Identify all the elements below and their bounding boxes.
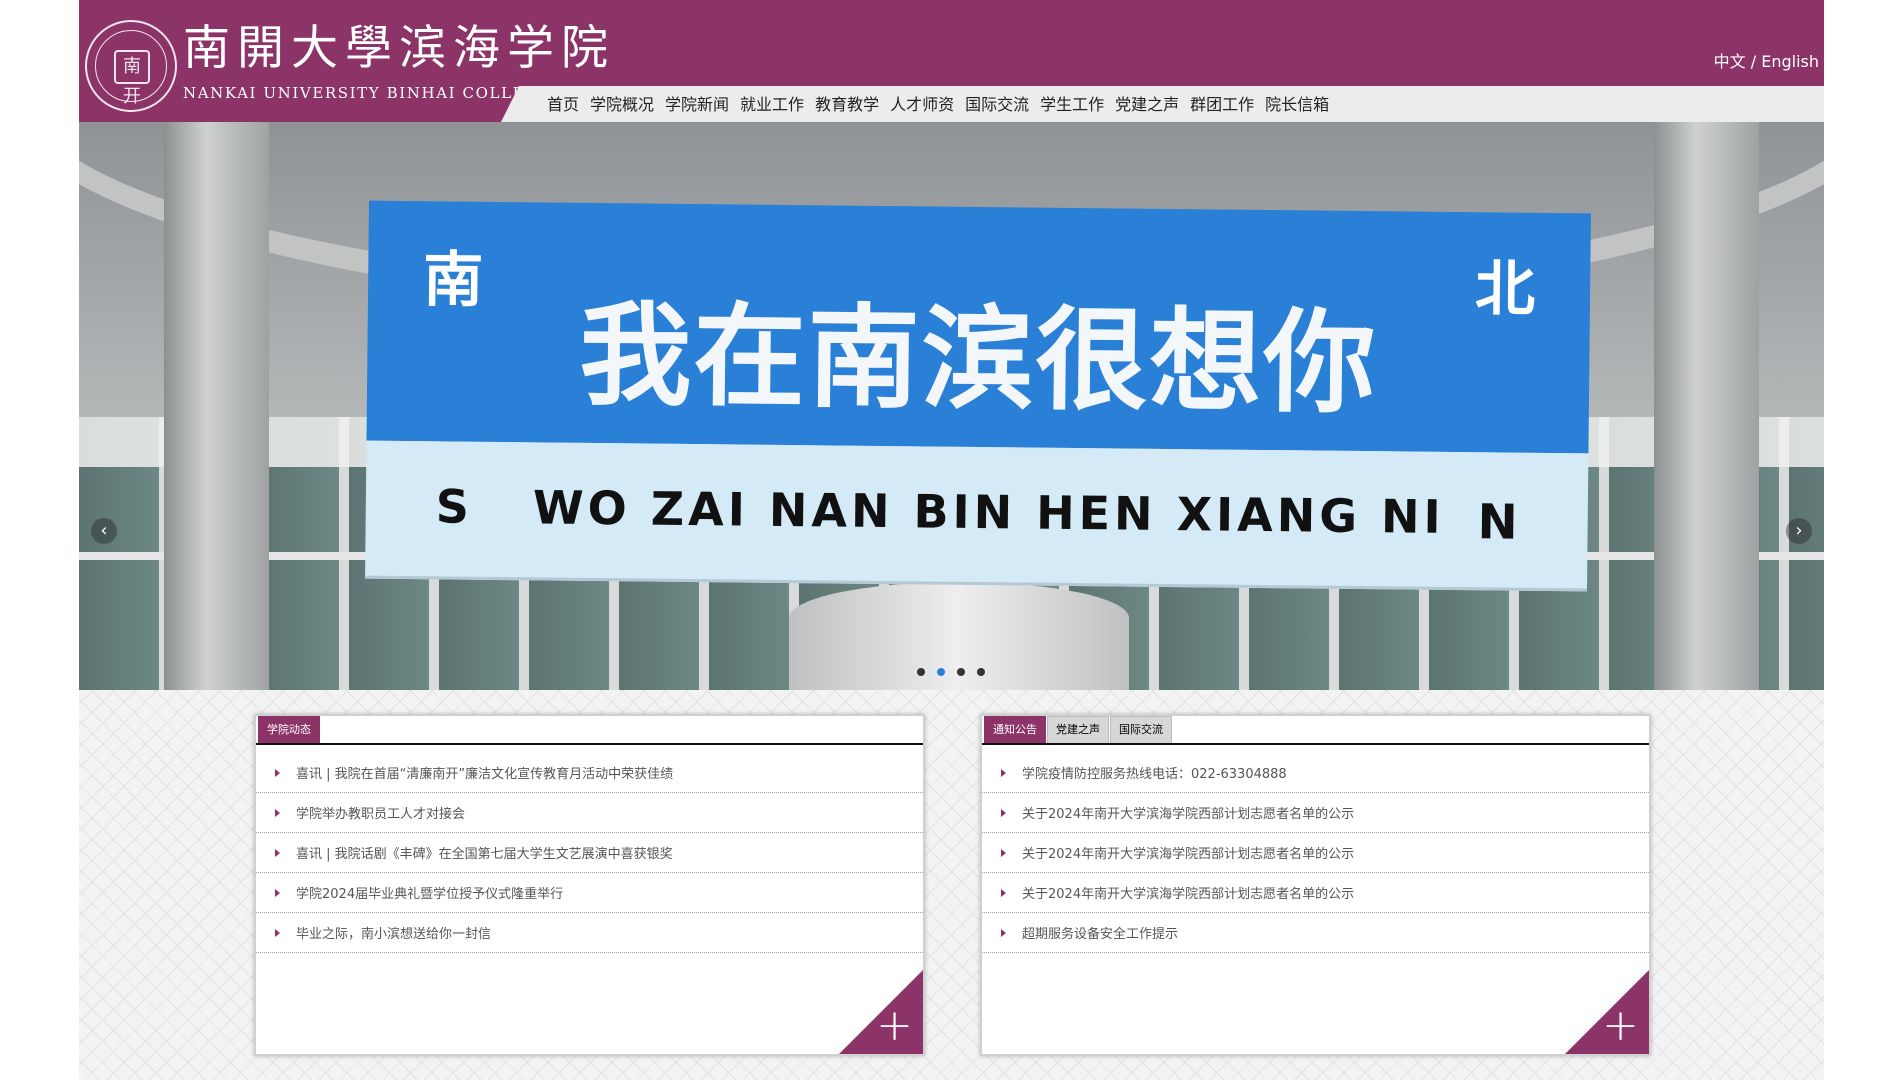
- notices-list: 学院疫情防控服务热线电话：022-63304888 关于2024年南开大学滨海学…: [982, 753, 1649, 953]
- banner-dot-2[interactable]: [937, 668, 945, 676]
- bullet-icon: [1001, 848, 1006, 857]
- college-name-cn: 南開大學滨海学院: [183, 21, 615, 76]
- more-news-button[interactable]: +: [839, 970, 923, 1054]
- notice-item-title: 关于2024年南开大学滨海学院西部计划志愿者名单的公示: [1022, 807, 1355, 822]
- notice-item-title: 超期服务设备安全工作提示: [1022, 927, 1179, 942]
- college-news-tabs: 学院动态: [258, 716, 321, 743]
- plus-icon: +: [1602, 1000, 1639, 1051]
- college-logo[interactable]: 南开: [85, 20, 177, 112]
- nav-item-employment[interactable]: 就业工作: [740, 93, 804, 117]
- college-name-en: NANKAI UNIVERSITY BINHAI COLLEGE: [183, 84, 552, 102]
- sign-main-text: 我在南滨很想你: [578, 290, 1379, 430]
- nav-item-faculty[interactable]: 人才师资: [890, 93, 954, 117]
- nav-item-party[interactable]: 党建之声: [1115, 93, 1179, 117]
- notice-item[interactable]: 学院疫情防控服务热线电话：022-63304888: [982, 753, 1649, 793]
- notice-item-title: 关于2024年南开大学滨海学院西部计划志愿者名单的公示: [1022, 887, 1355, 902]
- bullet-icon: [1001, 928, 1006, 937]
- news-item-title: 学院2024届毕业典礼暨学位授予仪式隆重举行: [296, 887, 564, 902]
- news-item-title: 学院举办教职员工人才对接会: [296, 807, 466, 822]
- notice-item-title: 关于2024年南开大学滨海学院西部计划志愿者名单的公示: [1022, 847, 1355, 862]
- news-item[interactable]: 喜讯 | 我院在首届“清廉南开”廉洁文化宣传教育月活动中荣获佳绩: [256, 753, 923, 793]
- language-switch[interactable]: 中文 / English: [1714, 48, 1819, 72]
- bullet-icon: [275, 888, 280, 897]
- notice-item[interactable]: 超期服务设备安全工作提示: [982, 913, 1649, 953]
- banner-dot-3[interactable]: [957, 668, 965, 676]
- nav-item-president-mailbox[interactable]: 院长信箱: [1265, 93, 1329, 117]
- notices-tabs: 通知公告 党建之声 国际交流: [984, 716, 1173, 743]
- nav-item-groups[interactable]: 群团工作: [1190, 93, 1254, 117]
- page: 南开 南開大學滨海学院 NANKAI UNIVERSITY BINHAI COL…: [79, 0, 1824, 1080]
- tab-party[interactable]: 党建之声: [1047, 716, 1109, 743]
- bullet-icon: [275, 848, 280, 857]
- tab-underline: [256, 743, 923, 745]
- news-item[interactable]: 喜讯 | 我院话剧《丰碑》在全国第七届大学生文艺展演中喜获银奖: [256, 833, 923, 873]
- college-news-panel: 学院动态 喜讯 | 我院在首届“清廉南开”廉洁文化宣传教育月活动中荣获佳绩 学院…: [254, 714, 925, 1056]
- tab-college-news[interactable]: 学院动态: [258, 716, 320, 743]
- banner-prev-icon[interactable]: ‹: [91, 518, 117, 544]
- banner-dot-4[interactable]: [977, 668, 985, 676]
- banner-pagination: [917, 668, 997, 676]
- nav-item-teaching[interactable]: 教育教学: [815, 93, 879, 117]
- nav-item-about[interactable]: 学院概况: [590, 93, 654, 117]
- hero-banner[interactable]: 南 北 我在南滨很想你 S WO ZAI NAN BIN HEN XIANG N…: [79, 122, 1824, 690]
- tab-notices[interactable]: 通知公告: [984, 716, 1046, 743]
- bullet-icon: [1001, 808, 1006, 817]
- bullet-icon: [1001, 888, 1006, 897]
- banner-sign: 南 北 我在南滨很想你 S WO ZAI NAN BIN HEN XIANG N…: [365, 200, 1591, 592]
- banner-next-icon[interactable]: ›: [1786, 518, 1812, 544]
- bullet-icon: [275, 928, 280, 937]
- banner-pillar-right: [1654, 122, 1759, 690]
- sign-pinyin-text: S WO ZAI NAN BIN HEN XIANG NI: [435, 479, 1445, 544]
- nav-item-student-affairs[interactable]: 学生工作: [1040, 93, 1104, 117]
- notices-panel: 通知公告 党建之声 国际交流 学院疫情防控服务热线电话：022-63304888…: [980, 714, 1651, 1056]
- banner-pillar-left: [164, 122, 269, 690]
- notice-item[interactable]: 关于2024年南开大学滨海学院西部计划志愿者名单的公示: [982, 793, 1649, 833]
- more-notices-button[interactable]: +: [1565, 970, 1649, 1054]
- notice-item[interactable]: 关于2024年南开大学滨海学院西部计划志愿者名单的公示: [982, 833, 1649, 873]
- nav-item-international[interactable]: 国际交流: [965, 93, 1029, 117]
- news-item[interactable]: 毕业之际，南小滨想送给你一封信: [256, 913, 923, 953]
- news-item[interactable]: 学院2024届毕业典礼暨学位授予仪式隆重举行: [256, 873, 923, 913]
- college-news-list: 喜讯 | 我院在首届“清廉南开”廉洁文化宣传教育月活动中荣获佳绩 学院举办教职员…: [256, 753, 923, 953]
- content-area: 学院动态 喜讯 | 我院在首届“清廉南开”廉洁文化宣传教育月活动中荣获佳绩 学院…: [79, 690, 1824, 1080]
- news-item[interactable]: 学院举办教职员工人才对接会: [256, 793, 923, 833]
- logo-emblem-icon: 南开: [114, 50, 150, 107]
- bullet-icon: [1001, 768, 1006, 777]
- news-item-title: 毕业之际，南小滨想送给你一封信: [296, 927, 492, 942]
- sign-n-label: N: [1477, 494, 1518, 551]
- site-header: 南开 南開大學滨海学院 NANKAI UNIVERSITY BINHAI COL…: [79, 0, 1824, 122]
- bullet-icon: [275, 808, 280, 817]
- bullet-icon: [275, 768, 280, 777]
- news-item-title: 喜讯 | 我院话剧《丰碑》在全国第七届大学生文艺展演中喜获银奖: [296, 847, 673, 862]
- nav-item-home[interactable]: 首页: [547, 93, 579, 117]
- news-item-title: 喜讯 | 我院在首届“清廉南开”廉洁文化宣传教育月活动中荣获佳绩: [296, 767, 674, 782]
- banner-dot-1[interactable]: [917, 668, 925, 676]
- plus-icon: +: [876, 1000, 913, 1051]
- nav-item-news[interactable]: 学院新闻: [665, 93, 729, 117]
- tab-underline: [982, 743, 1649, 745]
- tab-international[interactable]: 国际交流: [1110, 716, 1172, 743]
- main-nav: 首页 学院概况 学院新闻 就业工作 教育教学 人才师资 国际交流 学生工作 党建…: [547, 93, 1340, 117]
- notice-item[interactable]: 关于2024年南开大学滨海学院西部计划志愿者名单的公示: [982, 873, 1649, 913]
- notice-item-title: 学院疫情防控服务热线电话：022-63304888: [1022, 767, 1287, 782]
